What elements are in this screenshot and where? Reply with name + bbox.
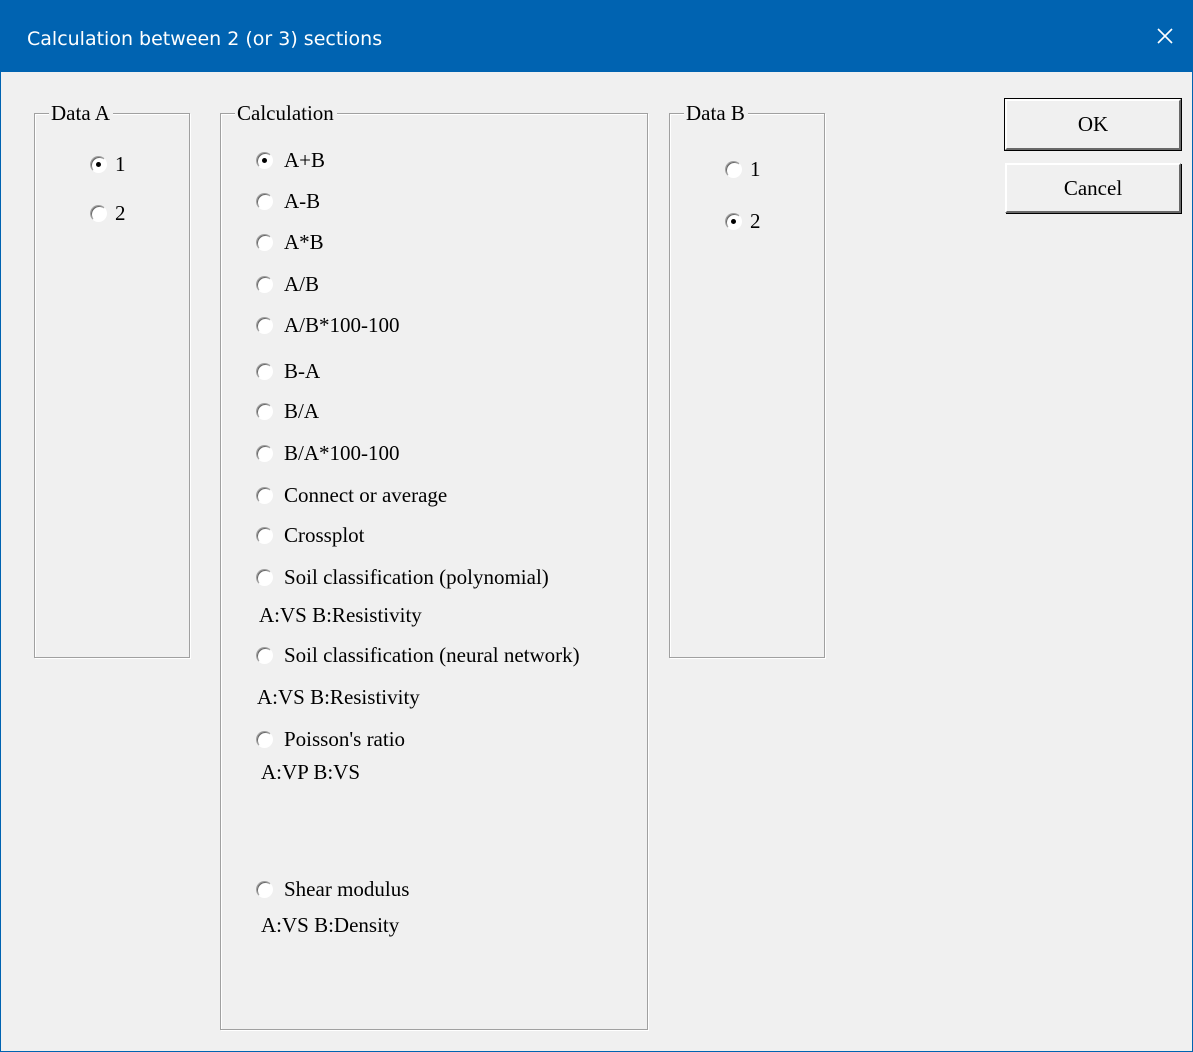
window-title: Calculation between 2 (or 3) sections: [27, 28, 383, 50]
radio-button[interactable]: [256, 233, 273, 251]
calculation-group-label: Calculation: [235, 100, 337, 126]
data-b-radio-1[interactable]: 1: [725, 157, 761, 181]
calc-option-soil-neural-network[interactable]: Soil classification (neural network): [256, 643, 580, 667]
calc-option-b-minus-a[interactable]: B-A: [256, 359, 320, 383]
radio-button[interactable]: [256, 316, 273, 334]
calc-option-b-div-a-percent[interactable]: B/A*100-100: [256, 441, 400, 465]
radio-button[interactable]: [256, 646, 273, 664]
radio-button[interactable]: [256, 402, 273, 420]
calc-option-poissons-ratio[interactable]: Poisson's ratio: [256, 727, 405, 751]
radio-button[interactable]: [90, 204, 107, 222]
calc-option-a-minus-b[interactable]: A-B: [256, 189, 320, 213]
data-b-group: Data B 1 2: [669, 100, 825, 658]
radio-button[interactable]: [725, 160, 742, 178]
calc-option-a-div-b[interactable]: A/B: [256, 272, 319, 296]
calc-option-connect-average[interactable]: Connect or average: [256, 483, 447, 507]
data-a-radio-1[interactable]: 1: [90, 152, 126, 176]
radio-button-checked[interactable]: [725, 212, 742, 230]
soil-neural-network-note: A:VS B:Resistivity: [257, 685, 420, 709]
calculation-group: Calculation A+B A-B A*B A/B A/B*100-100 …: [220, 100, 648, 1030]
radio-button[interactable]: [256, 486, 273, 504]
radio-button[interactable]: [256, 275, 273, 293]
data-a-group: Data A 1 2: [34, 100, 190, 658]
calc-option-a-div-b-percent[interactable]: A/B*100-100: [256, 313, 400, 337]
radio-button[interactable]: [256, 192, 273, 210]
calc-option-crossplot[interactable]: Crossplot: [256, 523, 365, 547]
radio-button[interactable]: [256, 730, 273, 748]
close-button[interactable]: [1134, 0, 1193, 72]
radio-button[interactable]: [256, 526, 273, 544]
radio-button[interactable]: [256, 568, 273, 586]
ok-button[interactable]: OK: [1004, 98, 1182, 151]
shear-modulus-note: A:VS B:Density: [261, 913, 400, 937]
data-a-group-label: Data A: [49, 100, 113, 126]
title-bar[interactable]: Calculation between 2 (or 3) sections: [1, 0, 1193, 72]
radio-button[interactable]: [256, 444, 273, 462]
calc-option-b-div-a[interactable]: B/A: [256, 399, 319, 423]
poissons-ratio-note: A:VP B:VS: [261, 760, 361, 784]
calc-option-soil-polynomial[interactable]: Soil classification (polynomial): [256, 565, 549, 589]
soil-polynomial-note: A:VS B:Resistivity: [259, 603, 422, 627]
calc-option-shear-modulus[interactable]: Shear modulus: [256, 877, 409, 901]
radio-button[interactable]: [256, 880, 273, 898]
dialog-window: Calculation between 2 (or 3) sections Da…: [0, 0, 1193, 1052]
data-b-radio-2[interactable]: 2: [725, 209, 761, 233]
data-b-group-label: Data B: [684, 100, 748, 126]
radio-button-checked[interactable]: [256, 151, 273, 169]
radio-button[interactable]: [256, 362, 273, 380]
radio-button-checked[interactable]: [90, 155, 107, 173]
data-a-radio-2[interactable]: 2: [90, 201, 126, 225]
close-icon: [1157, 28, 1173, 44]
calc-option-a-plus-b[interactable]: A+B: [256, 148, 325, 172]
cancel-button[interactable]: Cancel: [1005, 163, 1181, 213]
calc-option-a-times-b[interactable]: A*B: [256, 230, 324, 254]
